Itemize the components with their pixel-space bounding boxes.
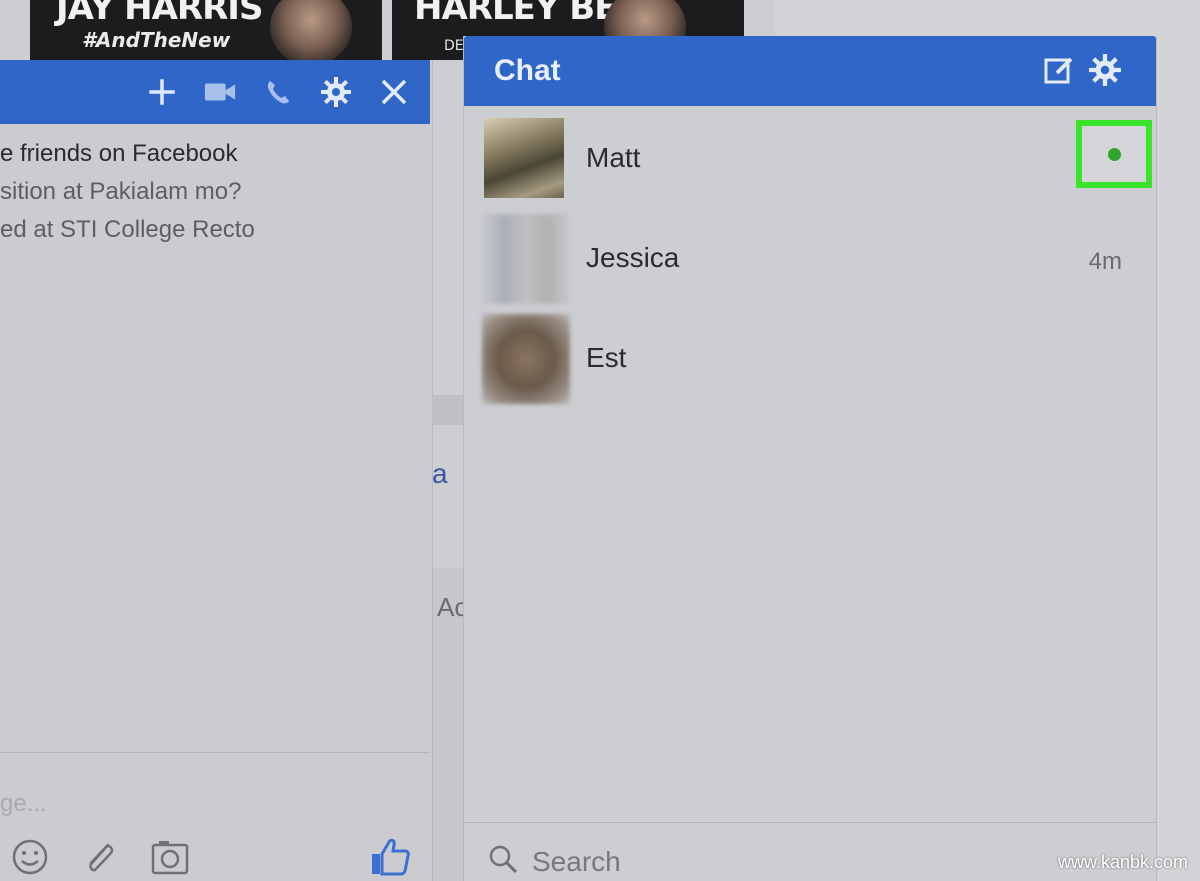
watermark: www.kanbk.com bbox=[1057, 852, 1188, 872]
chat-settings-gear-icon[interactable] bbox=[1087, 52, 1123, 88]
chat-panel: Chat Matt Jessica 4m Est Search bbox=[463, 36, 1157, 881]
conversation-window: e friends on Facebook sition at Pakialam… bbox=[0, 60, 433, 881]
poster-subtitle: #AndTheNew bbox=[82, 28, 231, 52]
video-call-icon[interactable] bbox=[204, 76, 236, 108]
last-active-time: 4m bbox=[1088, 248, 1122, 275]
online-status-dot bbox=[1107, 147, 1121, 161]
avatar bbox=[482, 314, 570, 404]
message-text: e friends on Facebook bbox=[0, 140, 238, 167]
message-input[interactable]: ge... bbox=[0, 790, 47, 818]
search-icon bbox=[488, 844, 518, 879]
contact-name: Matt bbox=[586, 142, 641, 173]
new-message-icon[interactable] bbox=[1041, 52, 1077, 88]
poster-tag: DE bbox=[444, 38, 464, 54]
background-strip bbox=[432, 395, 464, 425]
contact-row-jessica[interactable]: Jessica 4m bbox=[464, 212, 1156, 308]
contact-name: Jessica bbox=[586, 242, 680, 273]
poster-title: JAY HARRIS bbox=[56, 0, 263, 28]
conversation-header bbox=[0, 60, 430, 124]
voice-call-icon[interactable] bbox=[262, 76, 294, 108]
contact-row-matt[interactable]: Matt bbox=[464, 112, 1156, 208]
message-text: sition at Pakialam mo? bbox=[0, 178, 242, 205]
avatar bbox=[484, 118, 564, 198]
poster-jay-harris[interactable]: JAY HARRIS #AndTheNew bbox=[30, 0, 382, 60]
chat-search-field[interactable]: Search bbox=[488, 844, 621, 879]
chat-title: Chat bbox=[494, 54, 561, 87]
add-people-icon[interactable] bbox=[146, 76, 178, 108]
conversation-divider bbox=[0, 752, 430, 753]
search-placeholder: Search bbox=[532, 845, 621, 877]
close-icon[interactable] bbox=[378, 76, 410, 108]
attachment-icon[interactable] bbox=[78, 835, 122, 879]
avatar bbox=[482, 214, 570, 304]
chat-search-divider bbox=[464, 822, 1156, 823]
camera-icon[interactable] bbox=[148, 835, 192, 879]
contact-name: Est bbox=[586, 342, 627, 373]
poster-face-image bbox=[270, 0, 352, 60]
message-text: ed at STI College Recto bbox=[0, 216, 255, 243]
background-link-fragment[interactable]: a bbox=[432, 458, 448, 490]
contact-row-est[interactable]: Est bbox=[464, 312, 1156, 408]
emoji-icon[interactable] bbox=[8, 835, 52, 879]
like-thumbs-up-icon[interactable] bbox=[368, 835, 412, 879]
settings-gear-icon[interactable] bbox=[320, 76, 352, 108]
chat-header[interactable]: Chat bbox=[464, 36, 1156, 106]
online-status-highlight bbox=[1076, 120, 1152, 188]
